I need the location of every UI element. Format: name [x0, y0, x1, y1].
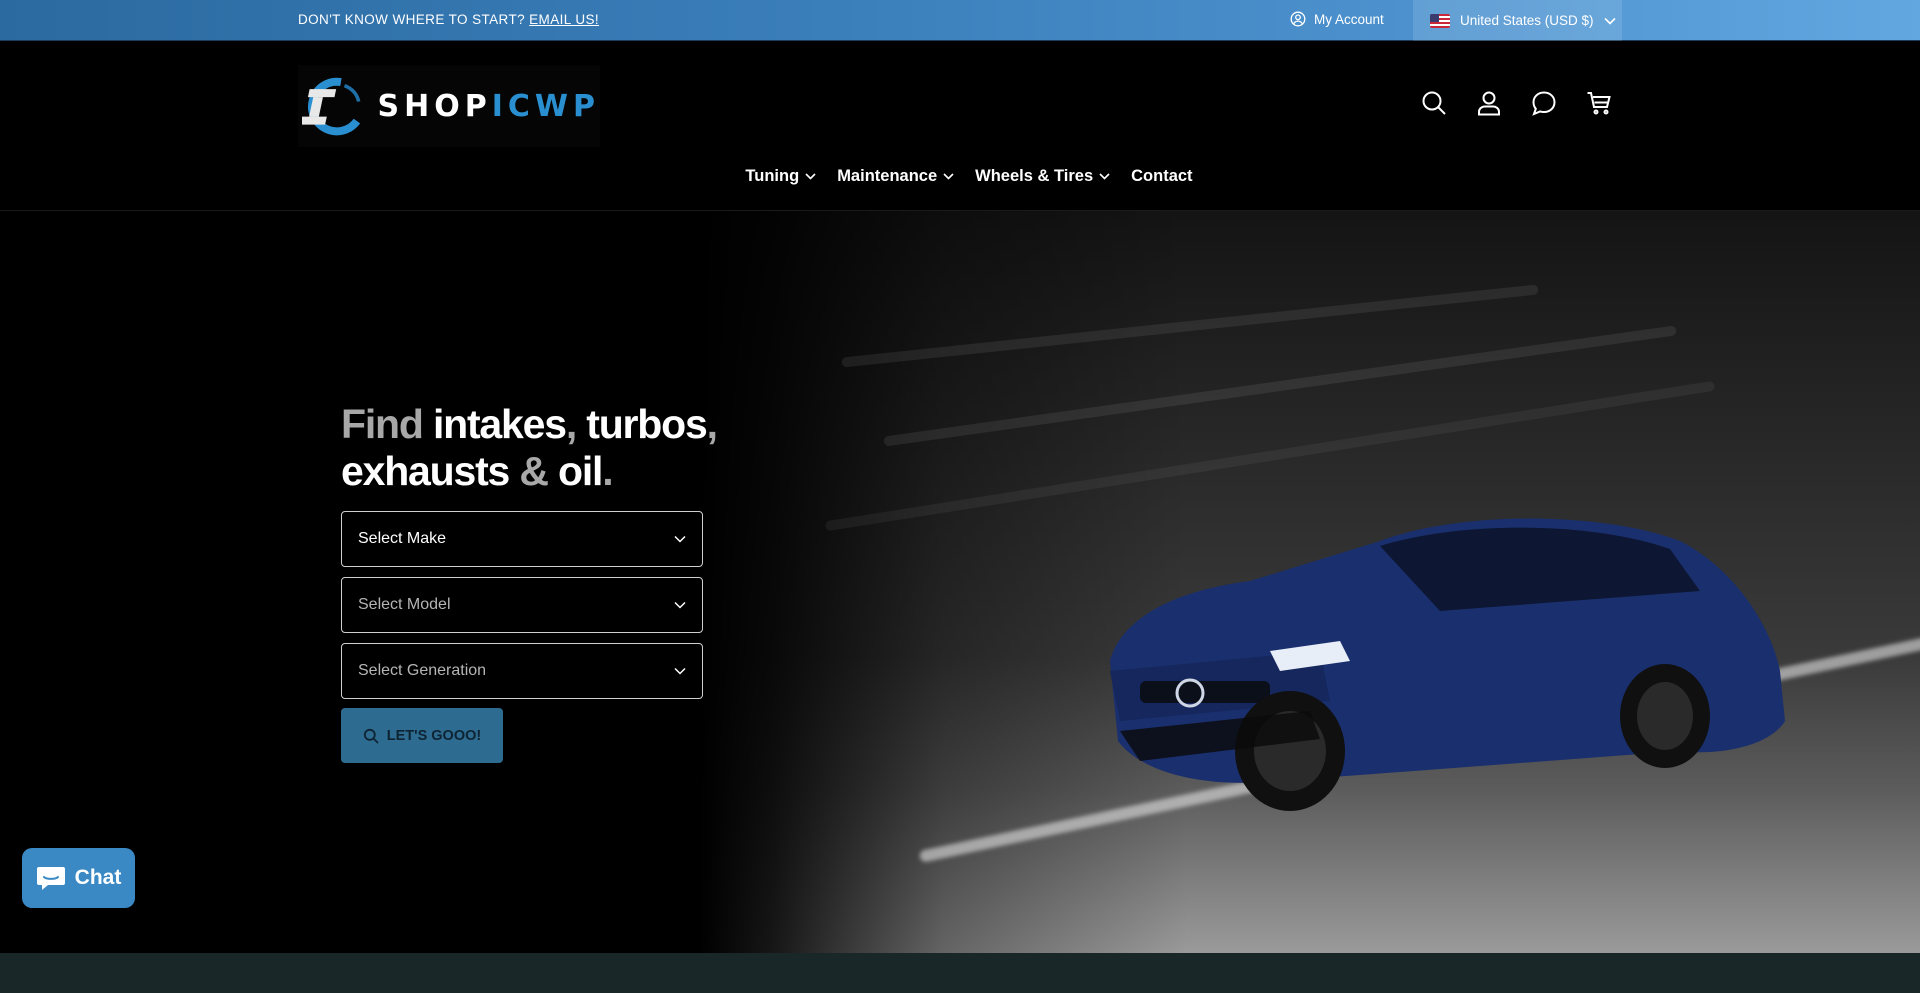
currency-label: United States (USD $)	[1460, 13, 1594, 28]
nav-item-wheels-tires[interactable]: Wheels & Tires	[975, 167, 1110, 186]
my-account-label: My Account	[1314, 11, 1384, 27]
next-section-strip	[0, 953, 1920, 993]
lets-go-label: LET'S GOOO!	[386, 727, 482, 744]
hero-title-oil: oil	[557, 448, 603, 494]
hero-section: Find intakes, turbos, exhausts & oil. Se…	[0, 211, 1920, 953]
chevron-down-icon	[805, 173, 816, 180]
hero-title-comma: ,	[565, 401, 577, 447]
logo-mark-icon	[302, 77, 361, 136]
nav-label-maintenance: Maintenance	[837, 167, 938, 185]
currency-selector[interactable]: United States (USD $)	[1413, 0, 1622, 41]
chevron-down-icon	[674, 535, 686, 543]
site-header: SHOPICWP Tuning Maintenance Wheels & Tir…	[0, 41, 1920, 211]
motion-blur-streak	[841, 284, 1539, 368]
hero-title: Find intakes, turbos, exhausts & oil.	[341, 401, 718, 495]
select-generation[interactable]: Select Generation	[341, 643, 703, 699]
main-nav: Tuning Maintenance Wheels & Tires Contac…	[0, 167, 1920, 186]
announcement-bar: DON'T KNOW WHERE TO START? EMAIL US! My …	[0, 0, 1920, 41]
chevron-down-icon	[943, 173, 954, 180]
email-us-link[interactable]: EMAIL US!	[529, 12, 599, 27]
nav-item-tuning[interactable]: Tuning	[745, 167, 816, 186]
search-icon	[363, 728, 379, 744]
nav-label-wheels-tires: Wheels & Tires	[975, 167, 1094, 185]
chat-button[interactable]	[1528, 87, 1559, 118]
logo-text-shop: SHOP	[377, 88, 492, 124]
header-icons	[1418, 87, 1614, 118]
nav-item-contact[interactable]: Contact	[1131, 167, 1192, 186]
chat-bubble-icon	[1531, 90, 1556, 116]
my-account-link[interactable]: My Account	[1290, 11, 1384, 27]
hero-title-turbos: turbos	[586, 401, 708, 447]
chat-icon	[36, 867, 65, 890]
hero-title-exhausts: exhausts	[341, 448, 510, 494]
announcement-text: DON'T KNOW WHERE TO START? EMAIL US!	[298, 12, 599, 27]
cart-icon	[1587, 91, 1611, 114]
nav-item-maintenance[interactable]: Maintenance	[837, 167, 954, 186]
site-logo[interactable]: SHOPICWP	[298, 65, 600, 147]
announcement-message: DON'T KNOW WHERE TO START?	[298, 12, 525, 27]
user-circle-icon	[1290, 11, 1306, 27]
car-graphic	[1110, 518, 1785, 811]
chat-widget-button[interactable]: Chat	[22, 848, 135, 908]
hero-title-ampersand: &	[519, 448, 549, 494]
hero-title-period: .	[602, 448, 613, 494]
select-make[interactable]: Select Make	[341, 511, 703, 567]
hero-car-image	[700, 211, 1920, 953]
search-icon	[1422, 91, 1446, 115]
search-button[interactable]	[1418, 87, 1449, 118]
us-flag-icon	[1430, 13, 1450, 28]
nav-label-tuning: Tuning	[745, 167, 800, 185]
logo-text-icwp: ICWP	[491, 88, 600, 124]
hero-title-find: Find	[341, 401, 424, 447]
account-button[interactable]	[1473, 87, 1504, 118]
chevron-down-icon	[674, 601, 686, 609]
chevron-down-icon	[1099, 173, 1110, 180]
nav-label-contact: Contact	[1131, 167, 1193, 185]
lets-go-button[interactable]: LET'S GOOO!	[341, 708, 503, 763]
chevron-down-icon	[1603, 17, 1616, 25]
select-model[interactable]: Select Model	[341, 577, 703, 633]
chat-label: Chat	[74, 866, 122, 889]
select-generation-value: Select Generation	[358, 662, 487, 679]
cart-button[interactable]	[1583, 87, 1614, 118]
account-icon	[1477, 91, 1500, 115]
select-make-value: Select Make	[358, 530, 447, 547]
hero-title-comma: ,	[706, 401, 718, 447]
select-model-value: Select Model	[358, 596, 451, 613]
chevron-down-icon	[674, 667, 686, 675]
hero-title-intakes: intakes	[432, 401, 567, 447]
logo-text: SHOPICWP	[378, 89, 600, 124]
